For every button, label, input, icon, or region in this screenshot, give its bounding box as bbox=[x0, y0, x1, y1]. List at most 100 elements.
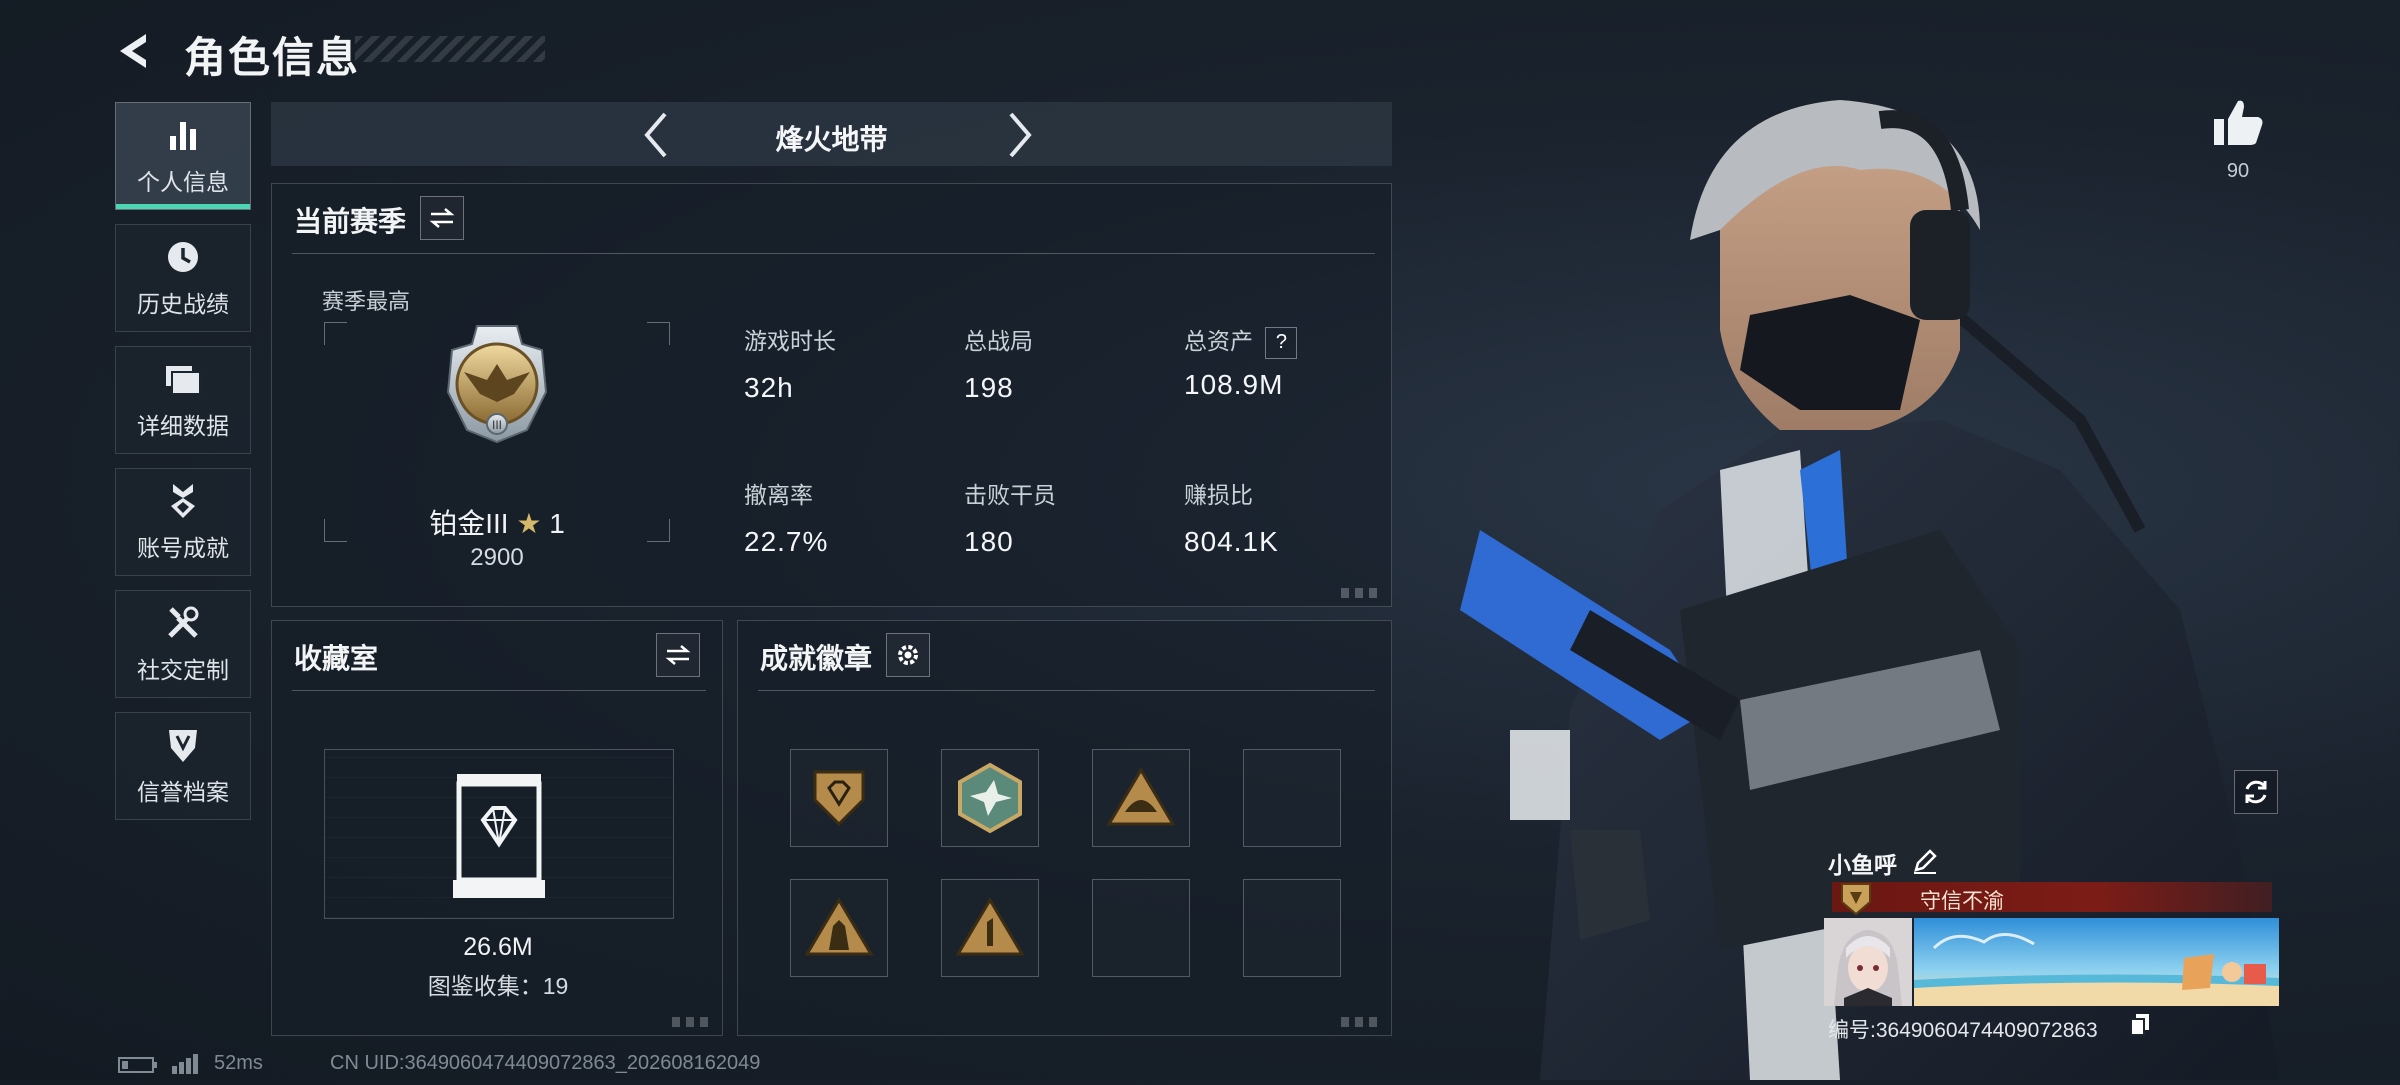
sidebar-item-personal-info[interactable]: 个人信息 bbox=[115, 102, 251, 210]
help-icon[interactable]: ? bbox=[1265, 326, 1298, 359]
badge-slot-shield[interactable] bbox=[790, 749, 888, 847]
like-count: 90 bbox=[2226, 160, 2250, 182]
triangle-soldiers-badge-icon bbox=[804, 897, 874, 956]
stat-label: 击败干员 bbox=[964, 482, 1056, 508]
rank-name-row: 铂金III ★ 1 bbox=[272, 502, 722, 542]
sidebar-item-details[interactable]: 详细数据 bbox=[115, 346, 251, 454]
signal-icon bbox=[172, 1054, 198, 1074]
corner-decoration bbox=[672, 1017, 712, 1027]
back-button[interactable] bbox=[110, 26, 160, 76]
player-id: 编号:3649060474409072863 bbox=[1828, 1019, 2098, 1042]
header: 角色信息 bbox=[110, 20, 570, 81]
swap-icon bbox=[429, 208, 455, 228]
back-arrow-icon bbox=[120, 34, 146, 68]
stat-value: 22.7% bbox=[744, 526, 829, 557]
collection-count: 图鉴收集：19 bbox=[427, 973, 569, 999]
stat-label: 赚损比 bbox=[1184, 482, 1253, 508]
star-icon: ★ bbox=[516, 508, 542, 539]
badge-slot-empty[interactable] bbox=[1092, 879, 1190, 977]
season-title: 当前赛季 bbox=[294, 206, 407, 237]
stat-play-time: 游戏时长 32h bbox=[744, 322, 836, 404]
collection-panel[interactable]: 收藏室 26.6M 图鉴收集：19 bbox=[271, 620, 723, 1036]
sidebar-item-label: 个人信息 bbox=[137, 169, 229, 195]
stat-label: 撤离率 bbox=[744, 482, 813, 508]
hex-bird-badge-icon bbox=[958, 762, 1022, 834]
gear-icon bbox=[898, 645, 918, 665]
battery-icon bbox=[118, 1056, 158, 1073]
mode-next-button[interactable] bbox=[993, 110, 1043, 160]
stat-total-matches: 总战局 198 bbox=[964, 322, 1033, 404]
refresh-button[interactable] bbox=[2234, 770, 2278, 814]
sidebar-item-reputation[interactable]: 信誉档案 bbox=[115, 712, 251, 820]
folders-icon bbox=[163, 359, 203, 399]
sidebar-item-social[interactable]: 社交定制 bbox=[115, 590, 251, 698]
rank-score: 2900 bbox=[470, 544, 524, 571]
badge-slot-empty[interactable] bbox=[1243, 749, 1341, 847]
honor-title-badge: 守信不渝 bbox=[1832, 882, 2272, 916]
sidebar-item-label: 账号成就 bbox=[137, 535, 229, 561]
collection-value: 26.6M bbox=[463, 933, 533, 961]
collection-title: 收藏室 bbox=[294, 643, 379, 674]
stat-operators-defeated: 击败干员 180 bbox=[964, 476, 1056, 558]
medal-icon bbox=[163, 481, 203, 521]
stat-value: 108.9M bbox=[1184, 368, 1284, 400]
badge-title: 成就徽章 bbox=[760, 643, 873, 674]
shield-badge-icon bbox=[813, 770, 865, 827]
mode-selector: 烽火地带 bbox=[271, 102, 1392, 166]
badge-slot-empty[interactable] bbox=[1243, 879, 1341, 977]
badge-settings-button[interactable] bbox=[886, 633, 930, 677]
stat-extract-rate: 撤离率 22.7% bbox=[744, 476, 828, 558]
tools-icon bbox=[163, 603, 203, 643]
copy-id-button[interactable] bbox=[2129, 1012, 2151, 1036]
stat-value: 804.1K bbox=[1184, 526, 1279, 557]
stat-total-assets: 总资产 ? 108.9M bbox=[1184, 322, 1298, 401]
avatar[interactable] bbox=[1824, 918, 1912, 1006]
mode-label: 烽火地带 bbox=[775, 124, 888, 155]
stat-value: 180 bbox=[964, 526, 1014, 557]
profile-banner[interactable] bbox=[1914, 918, 2279, 1006]
rank-name: 铂金III bbox=[429, 508, 509, 539]
pencil-icon bbox=[1914, 849, 1937, 874]
corner-decoration bbox=[1341, 1017, 1381, 1027]
badge-slot-triangle-soldiers[interactable] bbox=[790, 879, 888, 977]
stat-label: 总资产 ? bbox=[1184, 322, 1298, 359]
season-best-label: 赛季最高 bbox=[322, 289, 411, 314]
stat-label-text: 总资产 bbox=[1184, 328, 1253, 354]
badge-panel: 成就徽章 bbox=[737, 620, 1392, 1036]
honor-title-text: 守信不渝 bbox=[1920, 890, 2004, 913]
badge-slot-triangle-hat[interactable] bbox=[1092, 749, 1190, 847]
corner-decoration bbox=[1341, 588, 1381, 598]
status-footer: 52ms CN UID:3649060474409072863_20260816… bbox=[118, 1052, 1518, 1076]
rank-stars: 1 bbox=[549, 508, 565, 539]
sidebar-item-achievements[interactable]: 账号成就 bbox=[115, 468, 251, 576]
divider bbox=[758, 690, 1375, 691]
refresh-icon bbox=[2245, 780, 2267, 804]
season-switch-button[interactable] bbox=[420, 196, 464, 240]
stat-value: 198 bbox=[964, 372, 1014, 403]
collection-display bbox=[324, 749, 674, 919]
page-title: 角色信息 bbox=[184, 34, 361, 81]
sidebar-item-history[interactable]: 历史战绩 bbox=[115, 224, 251, 332]
display-case-icon bbox=[453, 774, 545, 898]
shield-emblem-icon bbox=[163, 725, 203, 765]
stat-value: 32h bbox=[744, 372, 794, 403]
divider bbox=[292, 690, 706, 691]
badge-slot-triangle-one[interactable] bbox=[941, 879, 1039, 977]
copy-icon bbox=[2130, 1014, 2149, 1036]
triangle-hat-badge-icon bbox=[1106, 767, 1176, 826]
divider bbox=[292, 253, 1375, 254]
stat-profit-loss-ratio: 赚损比 804.1K bbox=[1184, 476, 1279, 558]
svg-text:III: III bbox=[492, 418, 502, 432]
sidebar-item-label: 历史战绩 bbox=[137, 291, 229, 317]
stat-label: 总战局 bbox=[964, 328, 1033, 354]
collection-switch-button[interactable] bbox=[656, 633, 700, 677]
edit-name-button[interactable] bbox=[1912, 848, 1938, 874]
badge-slot-hex-bird[interactable] bbox=[941, 749, 1039, 847]
stat-label: 游戏时长 bbox=[744, 328, 836, 354]
clock-icon bbox=[163, 237, 203, 277]
like-button[interactable] bbox=[2210, 95, 2266, 151]
bar-chart-icon bbox=[163, 115, 203, 155]
player-name: 小鱼呼 bbox=[1828, 852, 1897, 878]
sidebar-item-label: 社交定制 bbox=[137, 657, 229, 683]
ping-value: 52ms bbox=[214, 1052, 263, 1074]
